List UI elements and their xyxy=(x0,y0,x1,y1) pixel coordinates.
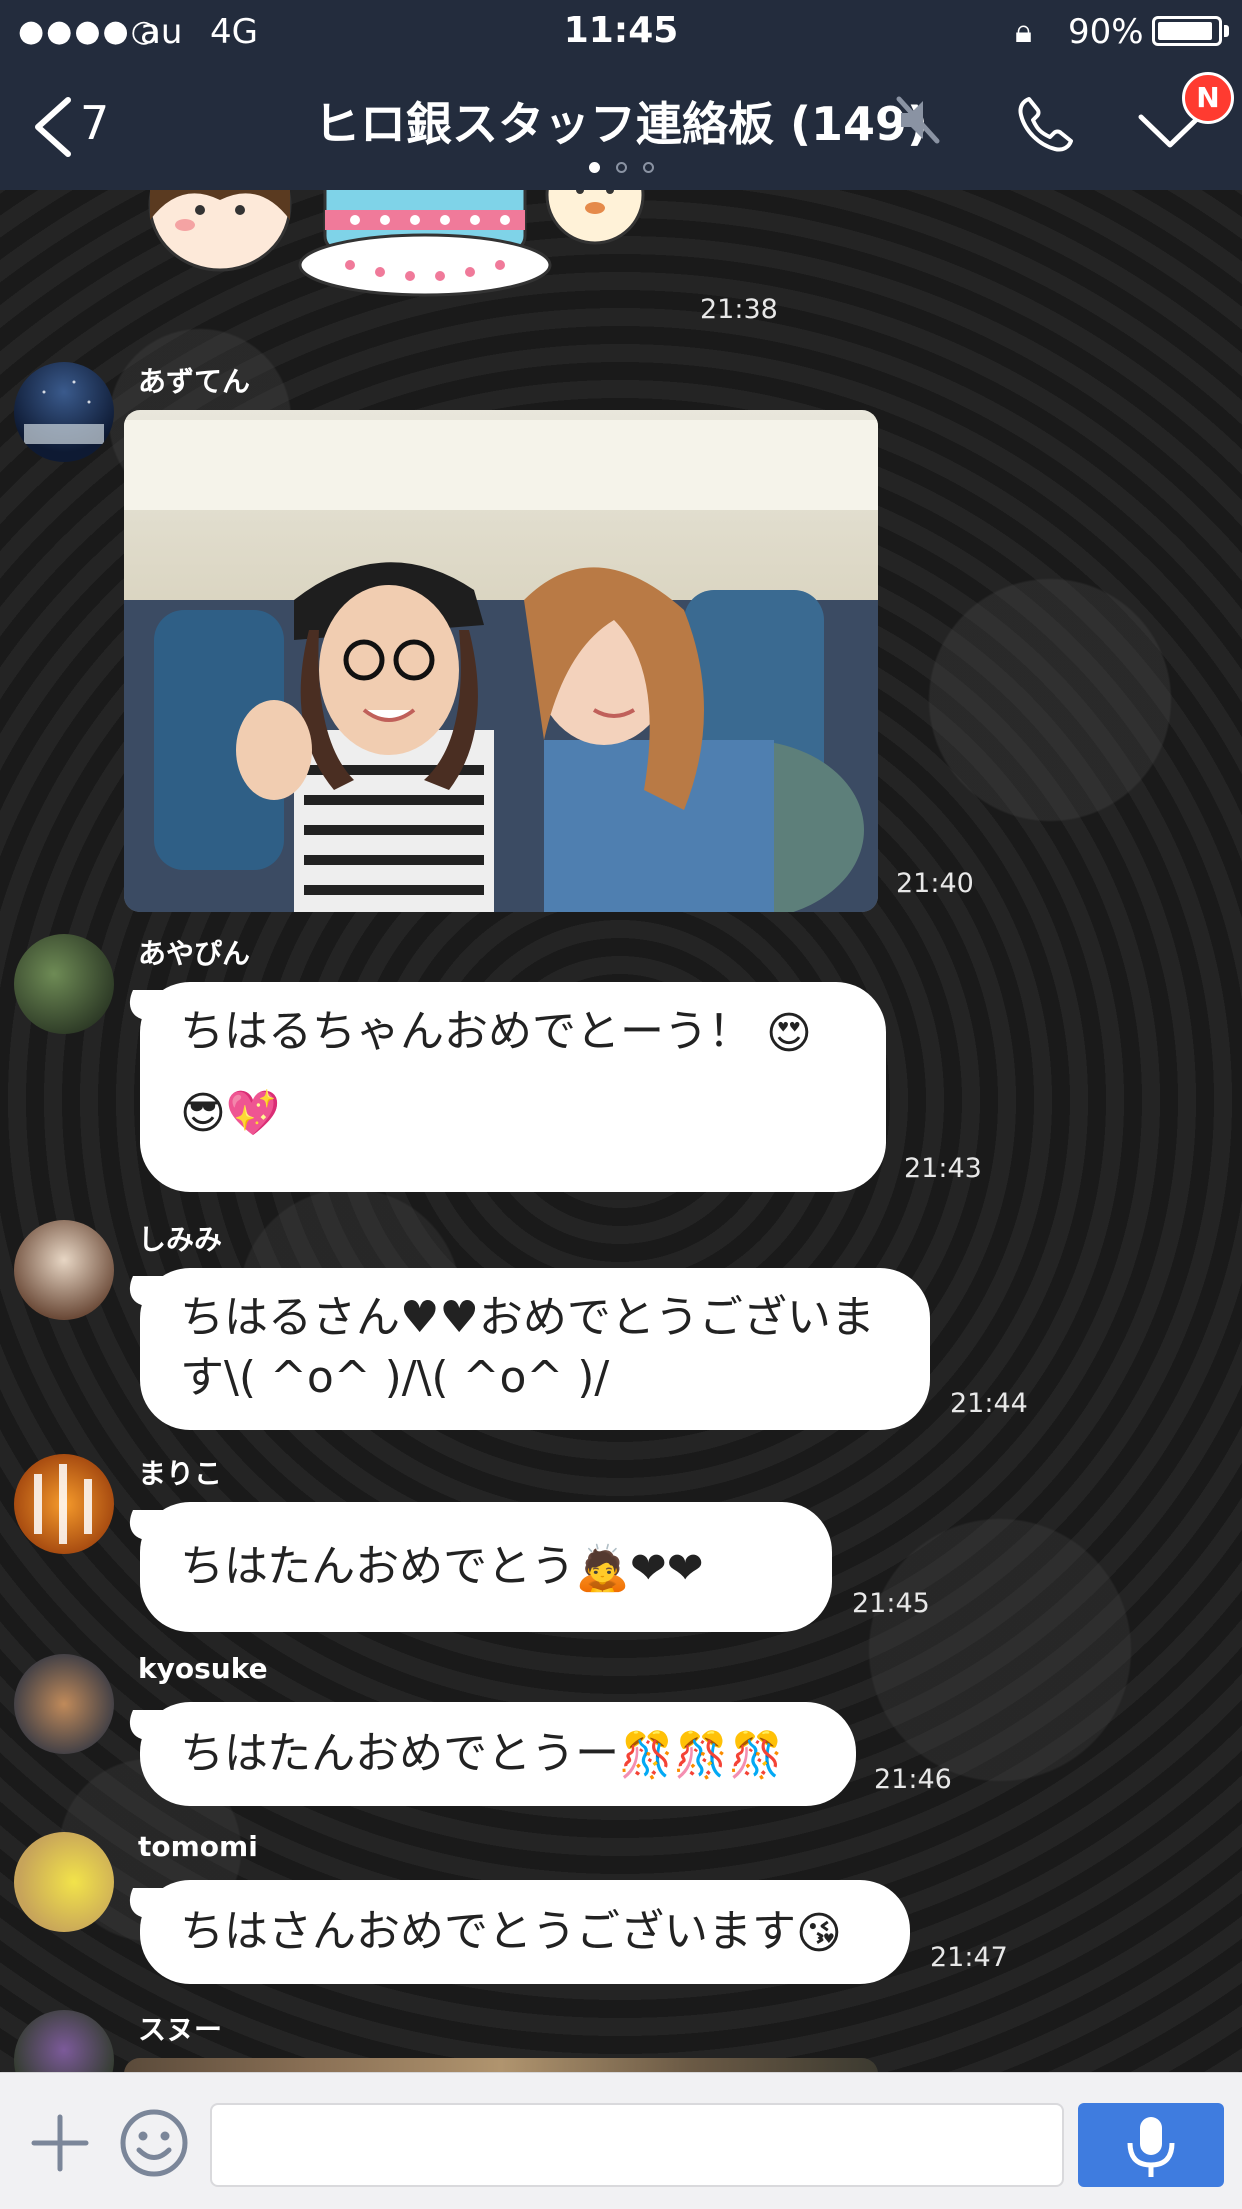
message-time: 21:45 xyxy=(852,1588,930,1619)
message-bubble[interactable]: ちはたんおめでとう🙇❤❤ xyxy=(140,1502,832,1632)
sender-name: しみみ xyxy=(138,1223,223,1256)
avatar[interactable] xyxy=(14,1454,114,1554)
emoji-smile-icon[interactable] xyxy=(118,2107,190,2179)
sender-name: あやぴん xyxy=(138,937,251,970)
chat-area[interactable]: 21:38 あずてん 21:40 あやぴん ちはるちゃんおめでとーう！ 😍 😎💖… xyxy=(0,190,1242,2072)
voice-record-button[interactable] xyxy=(1078,2103,1224,2187)
page-dot xyxy=(615,162,627,173)
sender-name: tomomi xyxy=(138,1830,258,1863)
message-time: 21:47 xyxy=(930,1942,1008,1973)
airplane-selfie-image xyxy=(124,410,878,912)
plus-icon[interactable] xyxy=(30,2113,90,2173)
birthday-cake-sticker xyxy=(148,190,645,297)
message-time: 21:46 xyxy=(874,1764,952,1795)
avatar[interactable] xyxy=(14,1654,114,1754)
battery-icon xyxy=(1152,16,1222,46)
status-time: 11:45 xyxy=(563,10,679,51)
avatar[interactable] xyxy=(14,2010,114,2072)
page-dot xyxy=(588,162,600,173)
avatar[interactable] xyxy=(14,1220,114,1320)
kissing-face-emoji: 😘 xyxy=(796,1908,842,1959)
battery-percent: 90% xyxy=(1068,12,1144,52)
message-time: 21:43 xyxy=(904,1153,982,1184)
top-bar: ●●●●○ au 4G 11:45 🔒︎ 90% 7 ヒロ銀スタッフ連絡板 (1… xyxy=(0,0,1242,190)
sender-name: あずてん xyxy=(138,365,251,398)
page-dot xyxy=(642,162,654,173)
shared-photo[interactable] xyxy=(124,2058,878,2072)
notification-badge: N xyxy=(1182,72,1234,124)
avatar[interactable] xyxy=(14,362,114,462)
message-bubble[interactable]: ちはたんおめでとうー🎊🎊🎊 xyxy=(140,1702,856,1806)
message-emoji-line: 😎💖 xyxy=(180,1082,846,1142)
status-bar: ●●●●○ au 4G 11:45 🔒︎ 90% xyxy=(0,0,1242,62)
message-time: 21:40 xyxy=(896,868,974,899)
sender-name: まりこ xyxy=(138,1457,223,1490)
mute-icon xyxy=(896,96,940,144)
message-bubble[interactable]: ちはるちゃんおめでとーう！ 😍 😎💖 xyxy=(140,982,886,1192)
message-text: ちはたんおめでとうー xyxy=(180,1728,620,1779)
battery-tip xyxy=(1224,25,1229,37)
message-input[interactable] xyxy=(210,2103,1064,2187)
message-text-line: ちはるさん♥♥おめでとうございま xyxy=(180,1292,875,1343)
confetti-ball-emoji: 🎊🎊🎊 xyxy=(619,1730,784,1781)
sender-name: スヌー xyxy=(138,2013,223,2046)
message-bubble[interactable]: ちはるさん♥♥おめでとうございま す\( ^o^ )/\( ^o^ )/ xyxy=(140,1268,930,1430)
microphone-icon xyxy=(1127,2117,1175,2177)
rotation-lock-icon: 🔒︎ xyxy=(1015,12,1033,50)
heart-eyes-emoji: 😍 xyxy=(766,1008,812,1059)
message-text: ちはたんおめでとう xyxy=(180,1541,576,1592)
avatar[interactable] xyxy=(14,1832,114,1932)
message-input-bar xyxy=(0,2072,1242,2209)
page-indicator xyxy=(0,158,1242,177)
phone-call-icon[interactable] xyxy=(1015,93,1077,155)
message-text-line: す\( ^o^ )/\( ^o^ )/ xyxy=(180,1352,610,1403)
message-time: 21:44 xyxy=(950,1388,1028,1419)
bowing-heart-emoji: 🙇❤❤ xyxy=(575,1543,704,1594)
message-bubble[interactable]: ちはさんおめでとうございます😘 xyxy=(140,1880,910,1984)
message-text: ちはさんおめでとうございます xyxy=(180,1906,796,1957)
shared-photo[interactable] xyxy=(124,410,878,912)
sunglasses-sparkle-heart-emoji: 😎💖 xyxy=(180,1088,281,1139)
sender-name: kyosuke xyxy=(138,1652,268,1685)
message-time: 21:38 xyxy=(700,294,778,325)
avatar[interactable] xyxy=(14,934,114,1034)
message-text: ちはるちゃんおめでとーう！ 😍 xyxy=(180,1006,812,1059)
